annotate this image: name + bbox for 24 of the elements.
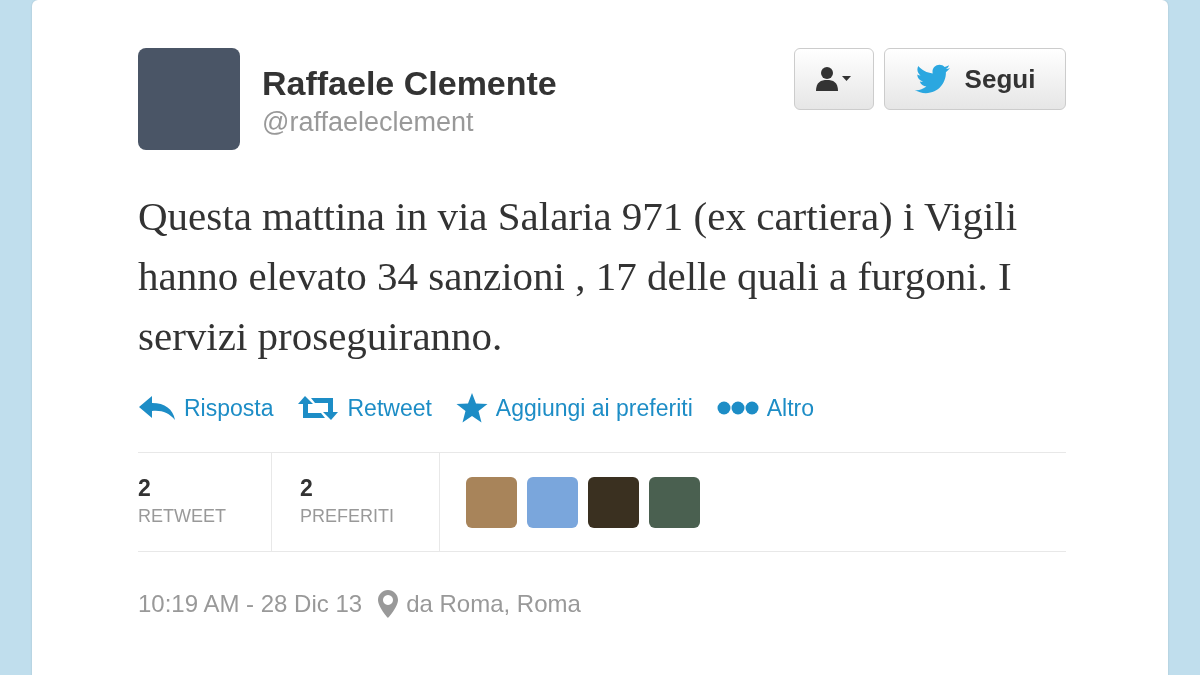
stat-count[interactable]: 2 — [300, 474, 439, 502]
author-name[interactable]: Raffaele Clemente — [262, 62, 557, 104]
avatar-placeholder[interactable] — [649, 476, 700, 528]
tweet-text: Questa mattina in via Salaria 971 (ex cartiera) i Vigili hanno elevato 34 sanzioni , 17 delle quali a furgoni. I servizi proseguiranno. — [138, 192, 1019, 361]
more-icon — [716, 401, 759, 415]
stat-count[interactable]: 2 — [138, 474, 271, 502]
follow-button[interactable]: Segui — [884, 48, 1066, 110]
tweet-action-link[interactable]: Altro — [716, 390, 815, 426]
avatar-placeholder[interactable] — [588, 476, 639, 528]
location-pin-icon — [378, 590, 399, 618]
star-icon — [455, 393, 488, 423]
stat-label[interactable]: PREFERITI — [300, 502, 439, 530]
bird-icon — [914, 64, 951, 94]
author-handle[interactable]: @raffaeleclement — [262, 104, 557, 140]
person-caret-icon — [816, 66, 852, 92]
tweet-action-link[interactable]: Retweet — [297, 390, 432, 426]
tweet-action-link[interactable]: Risposta — [138, 390, 274, 426]
tweet-location[interactable]: da Roma, Roma — [406, 586, 581, 622]
retweet-icon — [297, 395, 340, 421]
tweet-time[interactable]: 10:19 AM - 28 Dic 13 — [138, 586, 363, 622]
user-actions-button[interactable] — [794, 48, 874, 110]
reply-icon — [138, 395, 176, 421]
tweet-action-link[interactable]: Aggiungi ai preferiti — [455, 390, 693, 426]
stat-label[interactable]: RETWEET — [138, 502, 271, 530]
